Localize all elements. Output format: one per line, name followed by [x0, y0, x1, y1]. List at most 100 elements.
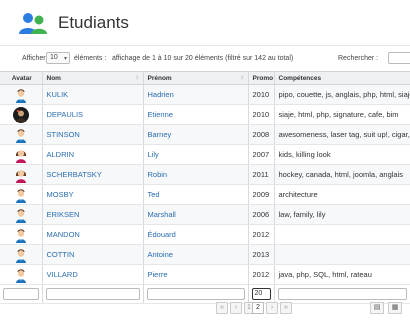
users-icon	[19, 13, 47, 34]
student-prenom-link[interactable]: Hadrien	[148, 90, 174, 99]
filter-nom-input[interactable]	[45, 288, 140, 300]
avatar-male-icon	[15, 248, 26, 263]
table-info: affichage de 1 à 10 sur 20 éléments (fil…	[112, 55, 294, 62]
avatar-male-icon	[15, 128, 26, 143]
cell-competences: architecture	[274, 184, 410, 205]
student-prenom-link[interactable]: Robin	[148, 170, 168, 179]
avatar	[0, 264, 43, 285]
first-page-button[interactable]: «	[216, 302, 228, 314]
filter-prenom-input[interactable]	[146, 288, 245, 300]
table-row[interactable]: SCHERBATSKY Robin 2011 hockey, canada, html…	[0, 164, 410, 185]
page-size-select[interactable]: 10 ▾	[46, 52, 70, 64]
cell-promo: 2012	[248, 264, 275, 285]
next-page-button[interactable]: ›	[266, 302, 278, 314]
cell-promo: 2007	[248, 144, 275, 165]
filter-competences-input[interactable]	[277, 288, 407, 300]
page-size-suffix: éléments :	[74, 55, 107, 62]
table-row[interactable]: MANDON Édouard 2012	[0, 224, 410, 245]
cell-prenom[interactable]: Édouard	[143, 224, 249, 245]
page-size-label: Afficher	[22, 55, 46, 62]
page-2-button[interactable]: 2	[252, 302, 264, 314]
avatar	[0, 204, 43, 225]
cell-prenom[interactable]: Antoine	[143, 244, 249, 265]
search-label: Rechercher :	[338, 55, 379, 62]
column-header-competences[interactable]: Compétences	[274, 71, 410, 85]
student-nom-link[interactable]: ERIKSEN	[47, 210, 80, 219]
page-header: Etudiants	[0, 0, 410, 46]
cell-nom[interactable]: ALDRIN	[42, 144, 144, 165]
table-header-row: Avatar Nom ↕ Prénom ↕ Promo Compétences	[0, 71, 410, 85]
cell-nom[interactable]: SCHERBATSKY	[42, 164, 144, 185]
sort-icon[interactable]: ↕	[136, 75, 139, 81]
table-row[interactable]: ERIKSEN Marshall 2006 law, family, lily	[0, 204, 410, 225]
cell-nom[interactable]: MOSBY	[42, 184, 144, 205]
table-row[interactable]: ALDRIN Lily 2007 kids, killing look	[0, 144, 410, 165]
avatar	[0, 244, 43, 265]
table-row[interactable]: DEPAULIS Etienne 2010 siaje, html, php, sig…	[0, 104, 410, 125]
cell-promo: 2009	[248, 184, 275, 205]
student-prenom-link[interactable]: Ted	[148, 190, 160, 199]
table-row[interactable]: COTTIN Antoine 2013	[0, 244, 410, 265]
table-row[interactable]: VILLARD Pierre 2012 java, php, SQL, html, r…	[0, 264, 410, 285]
cell-nom[interactable]: MANDON	[42, 224, 144, 245]
table-toolbar: Afficher 10 ▾ éléments : affichage de 1 …	[0, 52, 410, 66]
cell-prenom[interactable]: Ted	[143, 184, 249, 205]
cell-prenom[interactable]: Etienne	[143, 104, 249, 125]
cell-competences: law, family, lily	[274, 204, 410, 225]
filter-promo-input[interactable]: 20	[251, 288, 271, 300]
student-prenom-link[interactable]: Antoine	[148, 250, 173, 259]
column-header-nom[interactable]: Nom ↕	[42, 71, 144, 85]
page-title: Etudiants	[58, 13, 129, 32]
student-prenom-link[interactable]: Pierre	[148, 270, 168, 279]
avatar	[0, 104, 43, 125]
cell-nom[interactable]: STINSON	[42, 124, 144, 145]
cell-nom[interactable]: DEPAULIS	[42, 104, 144, 125]
student-prenom-link[interactable]: Lily	[148, 150, 159, 159]
search-input[interactable]	[388, 52, 410, 64]
student-nom-link[interactable]: SCHERBATSKY	[47, 170, 102, 179]
last-page-button[interactable]: »	[280, 302, 292, 314]
table-row[interactable]: MOSBY Ted 2009 architecture	[0, 184, 410, 205]
student-prenom-link[interactable]: Etienne	[148, 110, 173, 119]
avatar-male-icon	[15, 268, 26, 283]
student-nom-link[interactable]: COTTIN	[47, 250, 75, 259]
student-prenom-link[interactable]: Marshall	[148, 210, 176, 219]
cell-nom[interactable]: COTTIN	[42, 244, 144, 265]
student-nom-link[interactable]: STINSON	[47, 130, 80, 139]
student-nom-link[interactable]: ALDRIN	[47, 150, 75, 159]
student-nom-link[interactable]: MOSBY	[47, 190, 74, 199]
table-row[interactable]: KULIK Hadrien 2010 pipo, couette, js, angla…	[0, 84, 410, 105]
pagination: « ‹ 1 2 › » ▤ ▦	[0, 300, 410, 316]
cell-prenom[interactable]: Hadrien	[143, 84, 249, 105]
avatar	[0, 224, 43, 245]
cell-prenom[interactable]: Barney	[143, 124, 249, 145]
cell-nom[interactable]: KULIK	[42, 84, 144, 105]
prev-page-button[interactable]: ‹	[230, 302, 242, 314]
column-header-prenom[interactable]: Prénom ↕	[143, 71, 249, 85]
filter-avatar-input[interactable]	[3, 288, 39, 300]
cell-prenom[interactable]: Marshall	[143, 204, 249, 225]
cell-competences: java, php, SQL, html, rateau	[274, 264, 410, 285]
avatar	[0, 124, 43, 145]
student-nom-link[interactable]: KULIK	[47, 90, 69, 99]
avatar-photo-icon	[12, 106, 29, 123]
cell-nom[interactable]: ERIKSEN	[42, 204, 144, 225]
student-prenom-link[interactable]: Édouard	[148, 230, 176, 239]
sort-icon[interactable]: ↕	[241, 75, 244, 81]
export-icon[interactable]: ▦	[388, 302, 402, 314]
student-nom-link[interactable]: MANDON	[47, 230, 80, 239]
column-header-promo[interactable]: Promo	[248, 71, 275, 85]
cell-prenom[interactable]: Lily	[143, 144, 249, 165]
print-icon[interactable]: ▤	[370, 302, 384, 314]
student-nom-link[interactable]: DEPAULIS	[47, 110, 84, 119]
avatar	[0, 144, 43, 165]
students-table: Avatar Nom ↕ Prénom ↕ Promo Compétences KU…	[0, 71, 410, 304]
cell-prenom[interactable]: Robin	[143, 164, 249, 185]
student-prenom-link[interactable]: Barney	[148, 130, 172, 139]
student-nom-link[interactable]: VILLARD	[47, 270, 78, 279]
avatar-female-icon	[15, 149, 26, 163]
cell-promo: 2013	[248, 244, 275, 265]
cell-prenom[interactable]: Pierre	[143, 264, 249, 285]
table-row[interactable]: STINSON Barney 2008 awesomeness, laser tag,…	[0, 124, 410, 145]
cell-nom[interactable]: VILLARD	[42, 264, 144, 285]
